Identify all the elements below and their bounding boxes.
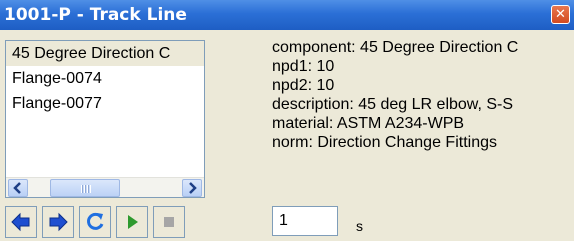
list-items: 45 Degree Direction C Flange-0074 Flange…: [6, 41, 204, 177]
list-item[interactable]: Flange-0074: [6, 66, 204, 91]
play-button[interactable]: [116, 206, 148, 238]
close-icon: ✕: [555, 7, 566, 22]
horizontal-scrollbar[interactable]: [6, 177, 204, 197]
detail-description: description: 45 deg LR elbow, S-S: [272, 96, 514, 113]
scroll-thumb[interactable]: [50, 179, 120, 197]
detail-component: component: 45 Degree Direction C: [272, 39, 519, 56]
interval-input[interactable]: 1: [272, 206, 338, 236]
grip-icon: [81, 185, 91, 193]
refresh-icon: [87, 212, 104, 230]
play-icon: [128, 215, 138, 229]
detail-norm: norm: Direction Change Fittings: [272, 134, 497, 151]
detail-npd2: npd2: 10: [272, 77, 335, 94]
component-list[interactable]: 45 Degree Direction C Flange-0074 Flange…: [5, 40, 205, 198]
detail-npd1: npd1: 10: [272, 58, 335, 75]
list-item[interactable]: Flange-0077: [6, 91, 204, 116]
chevron-right-icon: [189, 182, 197, 194]
chevron-left-icon: [13, 182, 21, 194]
step-forward-button[interactable]: [42, 206, 74, 238]
title-bar[interactable]: 1001-P - Track Line: [0, 0, 574, 30]
step-back-icon: [11, 212, 30, 232]
window-title: 1001-P - Track Line: [4, 5, 187, 25]
refresh-button[interactable]: [79, 206, 111, 238]
close-button[interactable]: ✕: [551, 5, 570, 24]
scroll-right-button[interactable]: [182, 179, 202, 197]
interval-unit-label: s: [356, 218, 363, 234]
step-forward-icon: [49, 212, 68, 232]
detail-material: material: ASTM A234-WPB: [272, 115, 465, 132]
details-panel: component: 45 Degree Direction C npd1: 1…: [272, 38, 570, 203]
list-item[interactable]: 45 Degree Direction C: [6, 41, 204, 66]
stop-button[interactable]: [153, 206, 185, 238]
stop-icon: [164, 217, 174, 227]
step-back-button[interactable]: [5, 206, 37, 238]
scroll-left-button[interactable]: [8, 179, 28, 197]
